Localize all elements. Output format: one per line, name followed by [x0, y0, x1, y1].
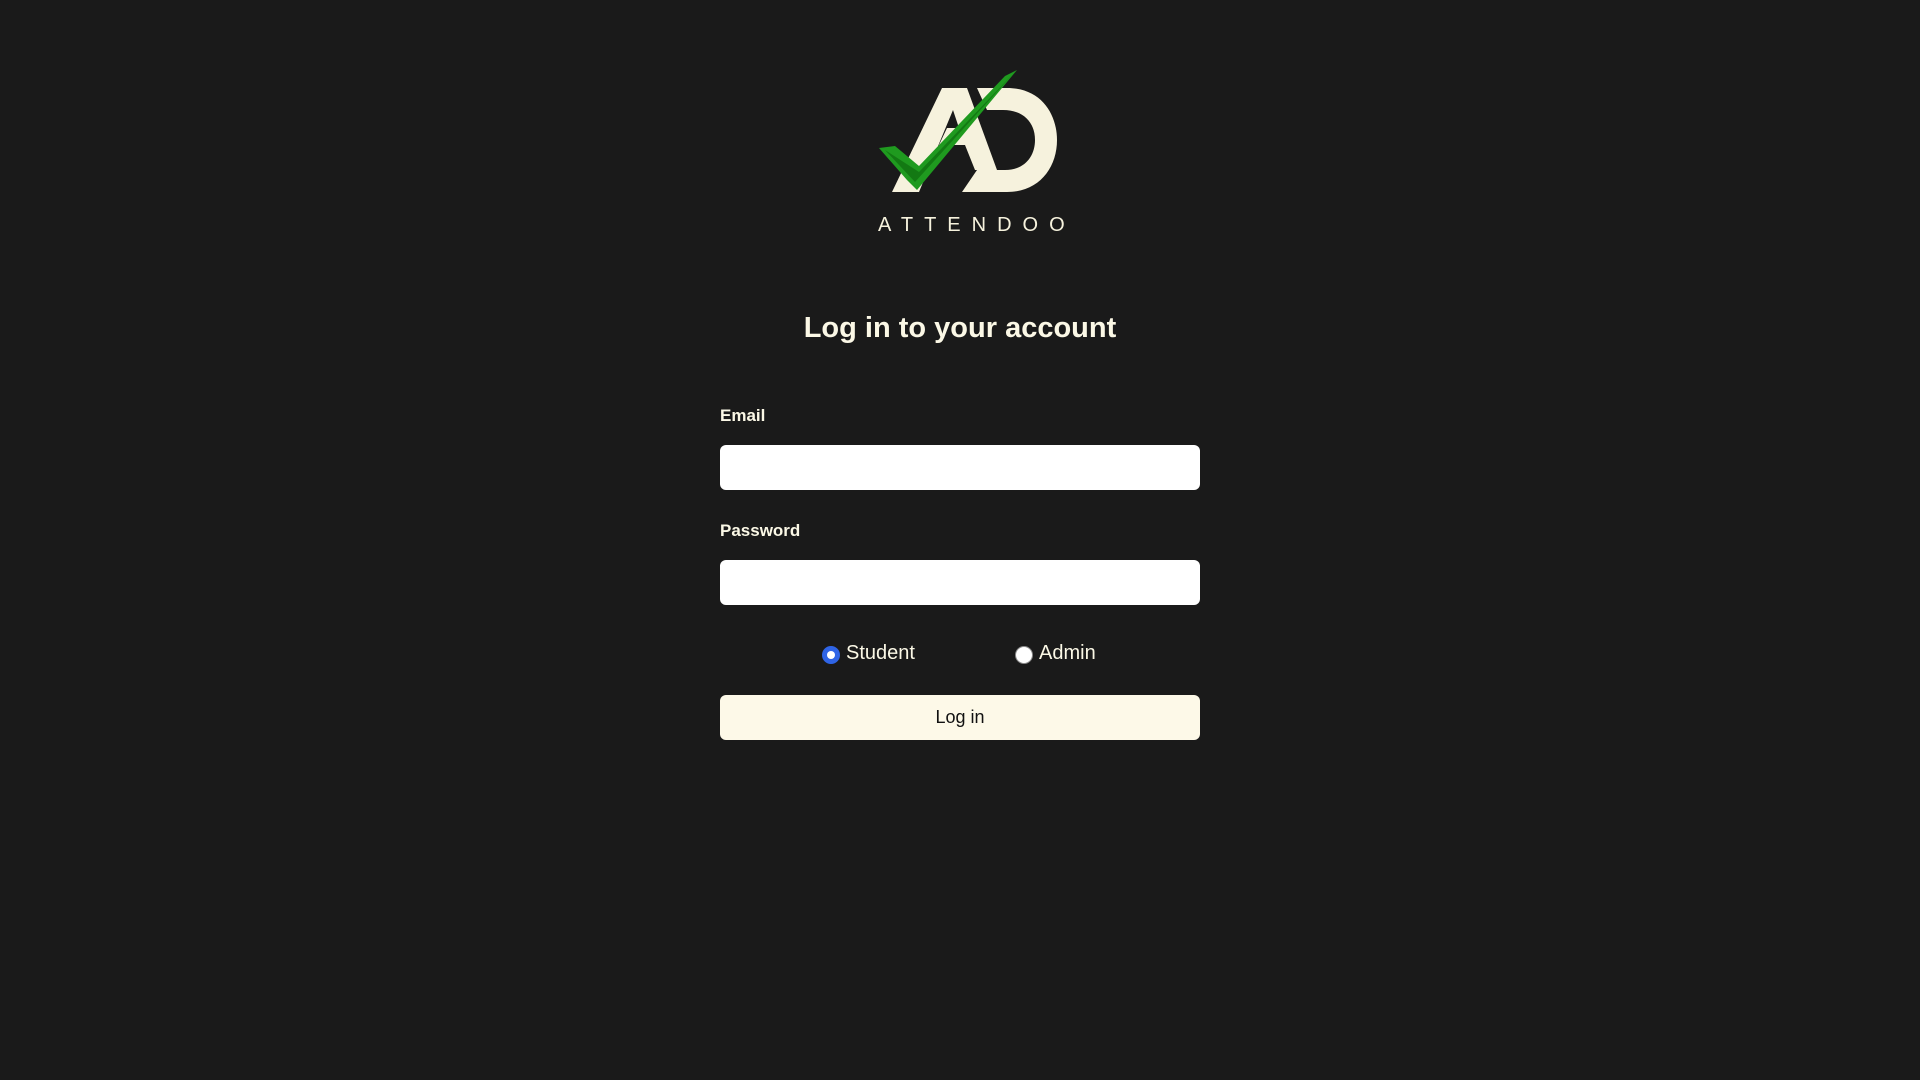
login-button[interactable]: Log in — [720, 695, 1200, 740]
ad-monogram-checkmark-icon — [879, 70, 1057, 192]
role-selector: Student Admin — [720, 642, 1200, 672]
admin-radio[interactable] — [1015, 646, 1033, 664]
password-input[interactable] — [720, 560, 1200, 605]
page-title: Log in to your account — [803, 312, 1117, 344]
role-option-student[interactable]: Student — [822, 642, 915, 665]
admin-radio-label: Admin — [1039, 642, 1096, 664]
email-input[interactable] — [720, 445, 1200, 490]
email-field-group: Email — [720, 405, 1200, 490]
brand-wordmark: ATTENDOO — [878, 214, 1076, 236]
attendoo-logo: ATTENDOO — [867, 70, 1076, 240]
password-label: Password — [720, 521, 801, 540]
student-radio-label: Student — [846, 642, 915, 664]
student-radio[interactable] — [822, 646, 840, 664]
password-field-group: Password — [720, 520, 1200, 605]
email-label: Email — [720, 406, 766, 425]
role-option-admin[interactable]: Admin — [1015, 642, 1096, 665]
login-page: ATTENDOO Log in to your account Email Pa… — [0, 0, 1920, 1080]
